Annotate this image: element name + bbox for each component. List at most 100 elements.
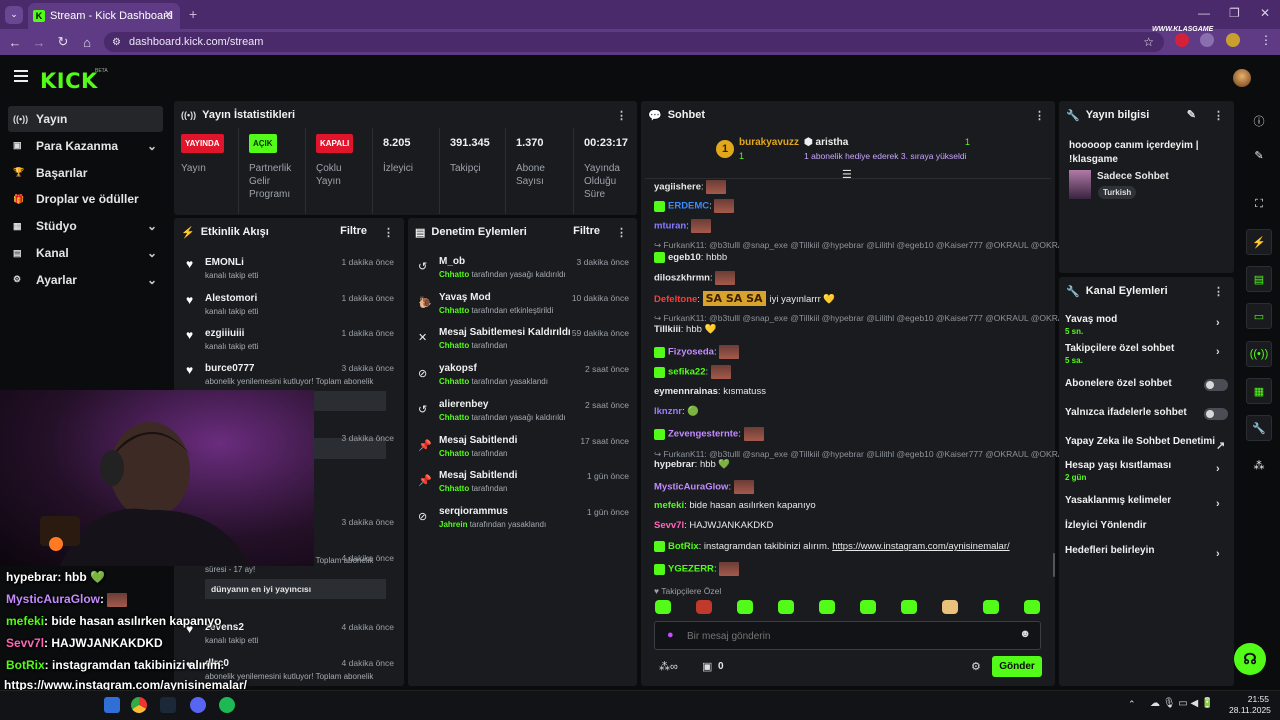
tray-icons[interactable]: ☁ 🎙 ▭ ◀ 🔋 xyxy=(1150,698,1213,709)
points-icon[interactable]: ▣ xyxy=(702,660,712,673)
channel-action-item[interactable]: Yalnızca ifadelerle sohbet xyxy=(1065,407,1225,418)
channel-action-item[interactable]: Yasaklanmış kelimeler › xyxy=(1065,495,1225,510)
channel-action-item[interactable]: Abonelere özel sohbet xyxy=(1065,378,1225,389)
hamburger-menu-icon[interactable] xyxy=(14,70,28,82)
sidebar-item-6[interactable]: ⚙ Ayarlar ⌄ xyxy=(8,267,163,293)
new-tab-button[interactable]: + xyxy=(189,6,197,22)
activity-menu-icon[interactable]: ⋮ xyxy=(383,226,394,239)
top-gifter-name[interactable]: burakyavuzz xyxy=(739,137,799,148)
sidebar-item-0[interactable]: ((•)) Yayın xyxy=(8,106,163,132)
chat-input[interactable] xyxy=(687,627,1007,645)
chevron-right-icon[interactable]: › xyxy=(1216,317,1220,329)
moderator-name[interactable]: Chhatto xyxy=(439,449,469,458)
category-name[interactable]: Sadece Sohbet xyxy=(1097,171,1169,182)
sidebar-item-3[interactable]: 🎁 Droplar ve ödüller xyxy=(8,186,163,212)
forward-button[interactable]: → xyxy=(27,35,51,50)
steam-icon[interactable] xyxy=(160,697,176,713)
clock[interactable]: 21:55 28.11.2025 xyxy=(1229,694,1271,716)
kick-logo[interactable]: KICK xyxy=(40,69,98,93)
moderator-name[interactable]: Chhatto xyxy=(439,306,469,315)
chat-username[interactable]: BotRix xyxy=(668,541,699,552)
extension-icon[interactable] xyxy=(1175,33,1189,47)
chat-username[interactable]: Sevv7l xyxy=(654,520,684,531)
moderation-item[interactable]: 📌 Mesaj Sabitlendi Chhatto tarafından 17 sa… xyxy=(413,435,629,458)
emote-shortcut-icon[interactable] xyxy=(778,600,794,614)
category-thumbnail[interactable] xyxy=(1069,170,1091,199)
close-window-button[interactable]: ✕ xyxy=(1260,6,1270,20)
maximize-button[interactable]: ❐ xyxy=(1229,6,1240,20)
chat-username[interactable]: Defeltone xyxy=(654,294,697,305)
activity-item[interactable]: ♥ Alestomori kanalı takip etti 1 dakika önc… xyxy=(178,293,394,316)
mic-icon[interactable]: ● xyxy=(667,629,674,641)
browser-menu-icon[interactable]: ⋮ xyxy=(1260,33,1272,47)
chat-username[interactable]: egeb10 xyxy=(668,252,701,263)
edit-icon[interactable]: ✎ xyxy=(1187,108,1196,121)
channel-action-item[interactable]: Hesap yaşı kısıtlaması 2 gün › xyxy=(1065,460,1225,482)
emote-shortcut-icon[interactable] xyxy=(819,600,835,614)
user-avatar[interactable] xyxy=(1233,69,1251,87)
moderation-item[interactable]: ⊘ yakopsf Chhatto tarafından yasaklandı 2 s… xyxy=(413,363,629,386)
channel-action-toggle[interactable] xyxy=(1204,408,1228,420)
channel-action-item[interactable]: Yapay Zeka ile Sohbet Denetimi ↗ xyxy=(1065,436,1225,452)
emote-shortcut-icon[interactable] xyxy=(983,600,999,614)
moderator-name[interactable]: Chhatto xyxy=(439,270,469,279)
moderator-name[interactable]: Jahrein xyxy=(439,520,467,529)
wrench-icon[interactable]: 🔧 xyxy=(1246,415,1272,441)
chat-username[interactable]: Tillkiii xyxy=(654,324,681,335)
chat-username[interactable]: MysticAuraGlow xyxy=(654,482,728,493)
document-icon[interactable]: ▤ xyxy=(1246,266,1272,292)
activity-filter-button[interactable]: Filtre xyxy=(340,225,367,237)
fullscreen-icon[interactable]: ⛶ xyxy=(1246,191,1272,217)
stats-menu-icon[interactable]: ⋮ xyxy=(616,109,627,122)
chat-input-box[interactable]: ● ☻ xyxy=(654,621,1041,650)
profile-icon[interactable] xyxy=(1226,33,1240,47)
sidebar-item-5[interactable]: ▤ Kanal ⌄ xyxy=(8,240,163,266)
moderation-item[interactable]: ✕ Mesaj Sabitlemesi Kaldırıldı Chhatto tar… xyxy=(413,327,629,350)
broadcast-icon[interactable]: ((•)) xyxy=(1246,341,1272,367)
channel-action-item[interactable]: İzleyici Yönlendir xyxy=(1065,520,1225,531)
emote-shortcut-icon[interactable] xyxy=(696,600,712,614)
channel-action-item[interactable]: Yavaş mod 5 sn. › xyxy=(1065,314,1225,336)
spotify-icon[interactable] xyxy=(219,697,235,713)
moderator-name[interactable]: Chhatto xyxy=(439,413,469,422)
chat-username[interactable]: hypebrar xyxy=(654,459,695,470)
reload-button[interactable]: ↻ xyxy=(51,34,75,50)
chat-username[interactable]: Zevengesternte xyxy=(668,429,738,440)
moderation-item[interactable]: 🐌 Yavaş Mod Chhatto tarafından etkinleştir… xyxy=(413,292,629,315)
sidebar-item-1[interactable]: ▣ Para Kazanma ⌄ xyxy=(8,133,163,159)
chat-username[interactable]: Fizyoseda xyxy=(668,347,714,358)
moderation-filter-button[interactable]: Filtre xyxy=(573,225,600,237)
sidebar-item-2[interactable]: 🏆 Başarılar xyxy=(8,160,163,186)
extensions-puzzle-icon[interactable] xyxy=(1200,33,1214,47)
lightning-icon[interactable]: ⚡ xyxy=(1246,229,1272,255)
chevron-down-icon[interactable]: ⌄ xyxy=(147,139,157,153)
emote-shortcut-icon[interactable] xyxy=(1024,600,1040,614)
chat-link[interactable]: https://www.instagram.com/aynisinemalar/ xyxy=(832,541,1009,552)
channel-actions-menu-icon[interactable]: ⋮ xyxy=(1213,285,1224,298)
chat-settings-icon[interactable]: ⚙ xyxy=(971,660,981,673)
moderation-icon[interactable]: ▦ xyxy=(1246,378,1272,404)
chat-menu-icon[interactable]: ⋮ xyxy=(1034,109,1045,122)
channel-action-toggle[interactable] xyxy=(1204,379,1228,391)
chat-username[interactable]: lknznr xyxy=(654,406,682,417)
external-link-icon[interactable]: ↗ xyxy=(1216,439,1225,452)
emoji-picker-icon[interactable]: ☻ xyxy=(1019,628,1031,640)
moderation-menu-icon[interactable]: ⋮ xyxy=(616,226,627,239)
collapse-pinned-icon[interactable]: ☰ xyxy=(842,168,852,181)
emote-shortcut-icon[interactable] xyxy=(901,600,917,614)
emote-shortcut-icon[interactable] xyxy=(737,600,753,614)
chat-username[interactable]: diloszkhrmn xyxy=(654,273,710,284)
channel-action-item[interactable]: Hedefleri belirleyin › xyxy=(1065,545,1225,560)
chevron-down-icon[interactable]: ⌄ xyxy=(147,246,157,260)
site-info-icon[interactable]: ⚙ xyxy=(112,37,121,48)
browser-tab[interactable]: K Stream - Kick Dashboard ✕ xyxy=(28,3,180,29)
tab-menu-button[interactable]: ⌄ xyxy=(5,5,23,24)
chevron-right-icon[interactable]: › xyxy=(1216,498,1220,510)
chat-username[interactable]: sefika22 xyxy=(668,367,706,378)
chrome-icon[interactable] xyxy=(131,697,147,713)
minimize-button[interactable]: — xyxy=(1198,6,1210,20)
support-headset-icon[interactable]: ☊ xyxy=(1234,643,1266,675)
address-bar[interactable]: ⚙ dashboard.kick.com/stream ☆ xyxy=(104,32,1164,52)
pencil-icon[interactable]: ✎ xyxy=(1246,142,1272,168)
moderation-item[interactable]: ⊘ serqiorammus Jahrein tarafından yasaklan… xyxy=(413,506,629,529)
